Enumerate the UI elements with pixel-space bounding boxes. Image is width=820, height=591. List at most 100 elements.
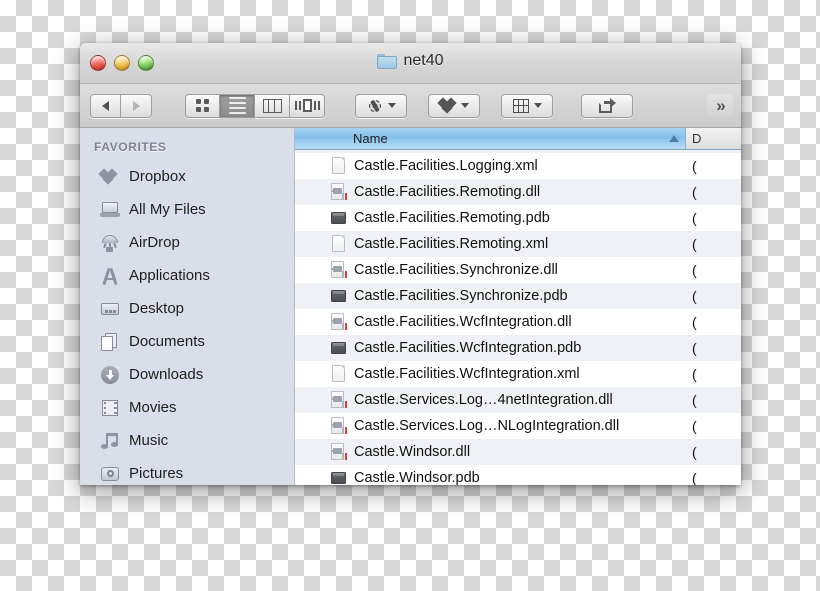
table-row[interactable]: Castle.Facilities.Synchronize.pdb(: [295, 283, 741, 309]
forward-arrow-icon: [133, 101, 140, 111]
pdb-file-icon: [331, 469, 346, 485]
file-name-label: Castle.Facilities.Remoting.xml: [354, 236, 548, 252]
file-name-cell: Castle.Facilities.Remoting.dll: [295, 183, 686, 201]
sidebar-item-movies[interactable]: Movies: [80, 391, 294, 424]
file-name-cell: Castle.Facilities.WcfIntegration.pdb: [295, 339, 686, 357]
toolbar-overflow-button[interactable]: »: [707, 94, 733, 118]
column-header-date[interactable]: D: [686, 128, 741, 149]
share-button[interactable]: [581, 94, 633, 118]
file-name-label: Castle.Facilities.Logging.xml: [354, 158, 538, 174]
sidebar-item-label: Music: [129, 432, 168, 449]
file-date-cell: (: [686, 236, 741, 252]
finder-window: net40: [80, 43, 741, 485]
file-name-label: Castle.Facilities.Synchronize.dll: [354, 262, 558, 278]
sidebar: FAVORITES Dropbox All My Files AirDrop A…: [80, 128, 295, 485]
file-name-label: Castle.Windsor.dll: [354, 444, 470, 460]
table-row[interactable]: Castle.Windsor.pdb (: [295, 465, 741, 485]
chevron-down-icon: [534, 103, 542, 108]
file-date-cell: (: [686, 444, 741, 460]
file-name-label: Castle.Facilities.WcfIntegration.xml: [354, 366, 580, 382]
sidebar-item-label: Movies: [129, 399, 177, 416]
sidebar-item-desktop[interactable]: Desktop: [80, 292, 294, 325]
table-row[interactable]: Castle.Facilities.WcfIntegration.xml(: [295, 361, 741, 387]
dll-file-icon: [331, 443, 346, 461]
window-body: FAVORITES Dropbox All My Files AirDrop A…: [80, 128, 741, 485]
file-date-cell: (: [686, 470, 741, 485]
window-controls: [90, 55, 154, 71]
window-title: net40: [403, 52, 443, 70]
pdb-file-icon: [331, 339, 346, 357]
file-name-cell: Castle.Windsor.pdb: [295, 469, 686, 485]
coverflow-view-button[interactable]: [290, 94, 325, 118]
action-menu-button[interactable]: [355, 94, 407, 118]
forward-button[interactable]: [121, 94, 152, 118]
file-name-label: Castle.Facilities.Remoting.dll: [354, 184, 540, 200]
table-row[interactable]: Castle.Facilities.Logging.xml(: [295, 153, 741, 179]
sidebar-item-pictures[interactable]: Pictures: [80, 457, 294, 485]
sidebar-item-label: Documents: [129, 333, 205, 350]
file-name-cell: Castle.Services.Log…4netIntegration.dll: [295, 391, 686, 409]
table-row[interactable]: Castle.Services.Log…NLogIntegration.dll (: [295, 413, 741, 439]
all-my-files-icon: [100, 201, 120, 219]
file-name-cell: Castle.Facilities.Remoting.pdb: [295, 209, 686, 227]
gear-icon: [367, 98, 383, 114]
view-mode-switcher: [185, 94, 325, 118]
list-view-button[interactable]: [220, 94, 255, 118]
back-button[interactable]: [90, 94, 121, 118]
sidebar-item-label: AirDrop: [129, 234, 180, 251]
table-row[interactable]: Castle.Facilities.Remoting.xml (: [295, 231, 741, 257]
file-name-label: Castle.Services.Log…NLogIntegration.dll: [354, 418, 619, 434]
back-arrow-icon: [102, 101, 109, 111]
column-header-name[interactable]: Name: [295, 128, 686, 149]
close-button[interactable]: [90, 55, 106, 71]
table-row[interactable]: Castle.Windsor.dll (: [295, 439, 741, 465]
sidebar-item-airdrop[interactable]: AirDrop: [80, 226, 294, 259]
arrange-menu-button[interactable]: [501, 94, 553, 118]
icon-view-button[interactable]: [185, 94, 220, 118]
column-header-name-label: Name: [353, 131, 388, 146]
zoom-button[interactable]: [138, 55, 154, 71]
dropbox-icon: [100, 168, 120, 186]
minimize-button[interactable]: [114, 55, 130, 71]
toolbar: »: [80, 84, 741, 128]
table-row[interactable]: Castle.Facilities.WcfIntegration.pdb(: [295, 335, 741, 361]
pdb-file-icon: [331, 209, 346, 227]
table-row[interactable]: Castle.Facilities.Synchronize.dll (: [295, 257, 741, 283]
dll-file-icon: [331, 391, 346, 409]
file-date-cell: (: [686, 418, 741, 434]
file-name-label: Castle.Facilities.Synchronize.pdb: [354, 288, 568, 304]
column-view-button[interactable]: [255, 94, 290, 118]
music-icon: [100, 432, 120, 450]
sidebar-section-favorites: FAVORITES: [80, 136, 294, 160]
file-date-cell: (: [686, 262, 741, 278]
coverflow-view-icon: [295, 99, 320, 113]
sidebar-item-music[interactable]: Music: [80, 424, 294, 457]
file-name-cell: Castle.Facilities.Remoting.xml: [295, 235, 686, 253]
airdrop-icon: [100, 234, 120, 252]
documents-icon: [100, 333, 120, 351]
dll-file-icon: [331, 417, 346, 435]
file-name-cell: Castle.Windsor.dll: [295, 443, 686, 461]
file-name-cell: Castle.Facilities.Synchronize.pdb: [295, 287, 686, 305]
sidebar-item-documents[interactable]: Documents: [80, 325, 294, 358]
sidebar-item-all-my-files[interactable]: All My Files: [80, 193, 294, 226]
table-row[interactable]: Castle.Facilities.WcfIntegration.dll(: [295, 309, 741, 335]
pdb-file-icon: [331, 287, 346, 305]
table-row[interactable]: Castle.Facilities.Remoting.pdb(: [295, 205, 741, 231]
sort-ascending-arrow: [669, 135, 679, 142]
title-bar[interactable]: net40: [80, 43, 741, 84]
file-name-label: Castle.Windsor.pdb: [354, 470, 480, 485]
sidebar-item-downloads[interactable]: Downloads: [80, 358, 294, 391]
file-date-cell: (: [686, 210, 741, 226]
table-row[interactable]: Castle.Facilities.Remoting.dll(: [295, 179, 741, 205]
sidebar-item-label: Desktop: [129, 300, 184, 317]
dropbox-menu-button[interactable]: [428, 94, 480, 118]
list-column-headers: Name D: [295, 128, 741, 150]
file-rows: Castle.Facilities.Logging.pdb(Castle.Fac…: [295, 138, 741, 485]
sidebar-item-applications[interactable]: Applications: [80, 259, 294, 292]
sidebar-item-dropbox[interactable]: Dropbox: [80, 160, 294, 193]
file-date-cell: (: [686, 392, 741, 408]
movies-icon: [100, 399, 120, 417]
table-row[interactable]: Castle.Services.Log…4netIntegration.dll(: [295, 387, 741, 413]
desktop-icon: [100, 300, 120, 318]
